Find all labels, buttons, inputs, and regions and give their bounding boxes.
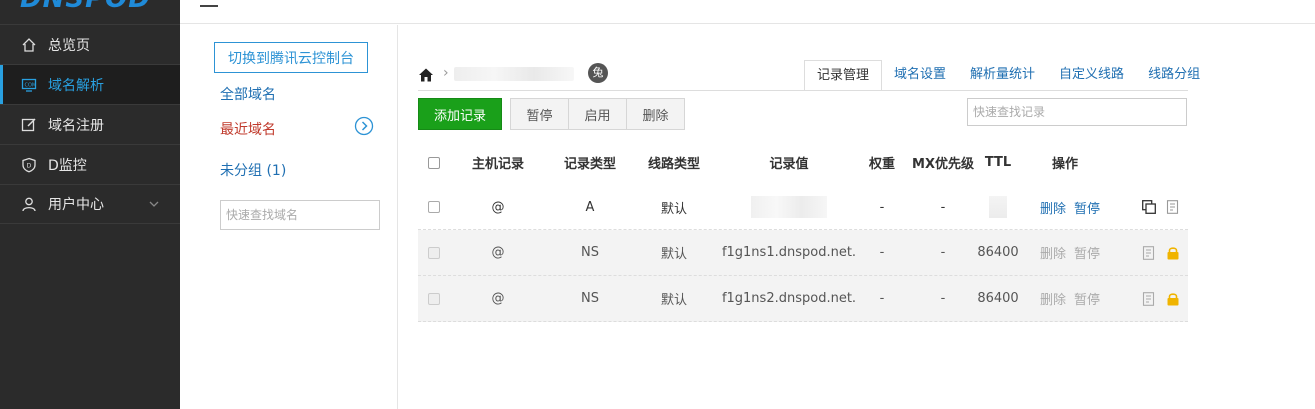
sidebar-item-label: 域名解析 <box>48 77 104 94</box>
pause-record-link: 暂停 <box>1074 247 1101 262</box>
tabs-divider <box>418 90 1188 91</box>
cell-value: f1g1ns2.dnspod.net. <box>721 291 857 306</box>
cell-line: 默认 <box>660 201 687 217</box>
col-weight: 权重 <box>868 157 895 172</box>
sidebar-item-dns[interactable]: COM 域名解析 <box>0 64 180 105</box>
col-value: 记录值 <box>769 157 809 172</box>
sidebar: DNSPOD 总览页 COM 域名解析 域名注册 D D监控 用户中心 <box>0 0 180 409</box>
switch-console-button[interactable]: 切换到腾讯云控制台 <box>214 42 368 73</box>
cell-value-redacted <box>751 196 827 218</box>
sidebar-item-overview[interactable]: 总览页 <box>0 24 180 64</box>
recent-domains-link[interactable]: 最近域名 <box>220 119 276 139</box>
cell-weight: - <box>879 199 885 215</box>
ungrouped-link[interactable]: 未分组 (1) <box>220 160 286 180</box>
rabbit-badge-icon: 兔 <box>588 63 608 83</box>
cell-value: f1g1ns1.dnspod.net. <box>721 245 857 260</box>
col-mx: MX优先级 <box>912 157 974 172</box>
row-checkbox <box>428 292 440 305</box>
tab-record-management[interactable]: 记录管理 <box>804 60 883 91</box>
cell-type: NS <box>581 291 599 306</box>
tab-query-statistics[interactable]: 解析量统计 <box>958 60 1047 90</box>
row-checkbox <box>428 246 440 259</box>
cell-host: @ <box>491 245 505 260</box>
svg-text:D: D <box>27 162 32 169</box>
col-line: 线路类型 <box>647 157 700 172</box>
col-ttl: TTL <box>984 155 1012 170</box>
records-table: 主机记录 记录类型 线路类型 记录值 权重 MX优先级 TTL 操作 @ A 默… <box>418 140 1188 322</box>
col-type: 记录类型 <box>563 157 616 172</box>
sidebar-item-label: 用户中心 <box>48 197 104 213</box>
table-row[interactable]: @ NS 默认 f1g1ns2.dnspod.net. - - 86400 删除… <box>418 276 1188 322</box>
cell-weight: - <box>879 245 885 260</box>
lock-icon <box>1167 292 1179 305</box>
remark-icon[interactable] <box>1166 200 1180 214</box>
record-search-input[interactable] <box>967 98 1187 126</box>
main-content: › 兔 记录管理 域名设置 解析量统计 自定义线路 线路分组 添加记录 暂停 启… <box>398 25 1315 409</box>
add-record-button[interactable]: 添加记录 <box>418 98 502 130</box>
cell-line: 默认 <box>660 293 687 308</box>
delete-record-link[interactable]: 删除 <box>1040 198 1066 217</box>
cell-ttl-redacted <box>989 196 1007 218</box>
cell-ttl: 86400 <box>977 245 1019 260</box>
table-header: 主机记录 记录类型 线路类型 记录值 权重 MX优先级 TTL 操作 <box>418 140 1188 185</box>
breadcrumb-domain-redacted <box>454 67 574 81</box>
lock-icon <box>1167 246 1179 259</box>
cell-type: A <box>585 199 595 215</box>
sidebar-item-monitor[interactable]: D D监控 <box>0 144 180 184</box>
expand-arrow-icon[interactable] <box>354 116 374 136</box>
sidebar-item-label: D监控 <box>48 157 87 174</box>
table-row[interactable]: @ A 默认 - - 删除 暂停 <box>418 185 1188 230</box>
cell-mx: - <box>940 199 946 215</box>
home-breadcrumb-icon[interactable] <box>418 67 434 83</box>
sidebar-item-user-center[interactable]: 用户中心 <box>0 184 180 224</box>
tab-domain-settings[interactable]: 域名设置 <box>882 60 958 90</box>
table-row[interactable]: @ NS 默认 f1g1ns1.dnspod.net. - - 86400 删除… <box>418 230 1188 276</box>
sidebar-item-register[interactable]: 域名注册 <box>0 104 180 144</box>
chevron-down-icon <box>148 198 160 214</box>
dns-icon: COM <box>20 76 38 94</box>
pause-button[interactable]: 暂停 <box>510 98 569 130</box>
copy-icon[interactable] <box>1142 200 1156 214</box>
pause-record-link[interactable]: 暂停 <box>1074 198 1100 217</box>
svg-text:COM: COM <box>25 82 37 88</box>
dnspod-logo[interactable]: DNSPOD <box>20 0 151 12</box>
domain-panel: 切换到腾讯云控制台 全部域名 最近域名 未分组 (1) <box>180 25 398 409</box>
pause-record-link: 暂停 <box>1074 293 1101 308</box>
breadcrumb-separator: › <box>443 65 449 81</box>
user-icon <box>20 195 38 213</box>
all-domains-link[interactable]: 全部域名 <box>220 84 276 104</box>
col-ops: 操作 <box>1051 157 1078 172</box>
remark-icon[interactable] <box>1142 245 1156 260</box>
tab-line-groups[interactable]: 线路分组 <box>1136 60 1212 90</box>
cell-weight: - <box>879 291 885 306</box>
sidebar-item-label: 总览页 <box>48 37 90 54</box>
domain-search-input[interactable] <box>220 200 380 230</box>
cell-ttl: 86400 <box>977 291 1019 306</box>
cell-type: NS <box>581 245 599 260</box>
delete-button[interactable]: 删除 <box>626 98 685 130</box>
record-tabs: 记录管理 域名设置 解析量统计 自定义线路 线路分组 <box>804 60 1212 91</box>
menu-toggle-icon[interactable] <box>200 5 218 7</box>
edit-icon <box>20 116 38 134</box>
sidebar-item-label: 域名注册 <box>48 117 104 134</box>
delete-record-link: 删除 <box>1039 293 1066 308</box>
enable-button[interactable]: 启用 <box>568 98 627 130</box>
col-host: 主机记录 <box>471 157 524 172</box>
cell-host: @ <box>491 291 505 306</box>
cell-line: 默认 <box>660 247 687 262</box>
cell-host: @ <box>491 199 505 215</box>
remark-icon[interactable] <box>1142 291 1156 306</box>
cell-mx: - <box>940 291 946 306</box>
shield-icon: D <box>20 156 38 174</box>
cell-mx: - <box>940 245 946 260</box>
home-icon <box>20 36 38 54</box>
tab-custom-lines[interactable]: 自定义线路 <box>1047 60 1136 90</box>
bulk-action-group: 暂停 启用 删除 <box>510 98 685 130</box>
top-bar <box>180 0 1315 24</box>
select-all-checkbox[interactable] <box>428 156 440 169</box>
delete-record-link: 删除 <box>1039 247 1066 262</box>
row-checkbox[interactable] <box>428 201 440 213</box>
